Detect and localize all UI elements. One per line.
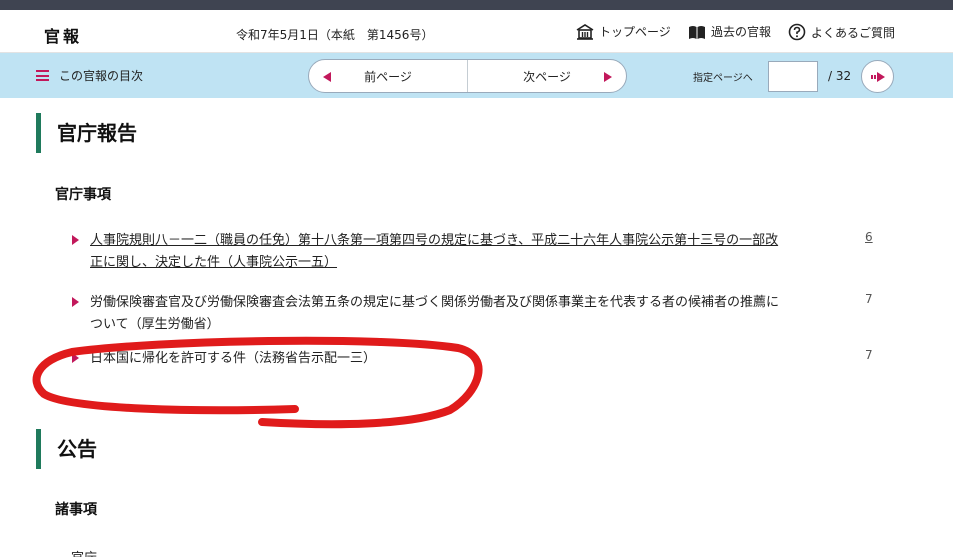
home-icon (576, 23, 594, 40)
jump-page-label: 指定ページへ (693, 73, 753, 84)
prev-page-label: 前ページ (364, 69, 412, 84)
go-arrow-icon (870, 71, 885, 82)
top-page-label: トップページ (599, 25, 671, 39)
entry-title-link[interactable]: 人事院規則八－一二（職員の任免）第十八条第一項第四号の規定に基づき、平成二十六年… (90, 230, 780, 274)
past-issues-link[interactable]: 過去の官報 (688, 23, 771, 40)
top-page-link[interactable]: トップページ (576, 23, 671, 40)
pager: 前ページ 次ページ (308, 59, 627, 93)
arrow-left-icon (323, 72, 331, 82)
book-icon (689, 25, 705, 39)
entry-title[interactable]: 労働保険審査官及び労働保険審査会法第五条の規定に基づく関係労働者及び関係事業主を… (90, 292, 780, 336)
header: 官報 令和7年5月1日（本紙 第1456号） トップページ 過去の官報 よくある… (0, 10, 953, 53)
arrow-right-icon (604, 72, 612, 82)
bullet-icon (72, 297, 79, 307)
entry-page[interactable]: 7 (865, 348, 873, 362)
total-pages: / 32 (828, 69, 852, 83)
entry-page[interactable]: 7 (865, 292, 873, 306)
prev-page-button[interactable]: 前ページ (309, 60, 467, 92)
entry-page-link[interactable]: 6 (865, 230, 873, 244)
section-title-government-reports: 官庁報告 (36, 113, 137, 153)
kanpo-logo[interactable]: 官報 (44, 23, 82, 47)
faq-label: よくあるご質問 (811, 25, 896, 40)
bullet-icon (72, 235, 79, 245)
subsection-title-government-matters: 官庁事項 (55, 187, 111, 203)
help-icon (788, 23, 806, 41)
next-page-label: 次ページ (523, 69, 571, 84)
toc-button[interactable]: この官報の目次 (36, 67, 143, 84)
jump-page-input[interactable] (768, 61, 818, 92)
jump-go-button[interactable] (861, 60, 894, 93)
page-navbar: この官報の目次 前ページ 次ページ 指定ページへ / 32 (0, 53, 953, 98)
menu-icon (36, 70, 49, 81)
issue-info: 令和7年5月1日（本紙 第1456号） (236, 28, 434, 42)
past-issues-label: 過去の官報 (711, 25, 772, 39)
subsection-title-miscellaneous: 諸事項 (55, 502, 97, 518)
next-page-button[interactable]: 次ページ (467, 60, 626, 92)
faq-link[interactable]: よくあるご質問 (788, 23, 895, 41)
partial-subsection-title: 官庁 (71, 547, 97, 557)
top-strip (0, 0, 953, 10)
entry-title[interactable]: 日本国に帰化を許可する件（法務省告示配一三） (90, 348, 780, 370)
toc-label: この官報の目次 (59, 69, 144, 83)
bullet-icon (72, 353, 79, 363)
section-title-public-notices: 公告 (36, 429, 97, 469)
